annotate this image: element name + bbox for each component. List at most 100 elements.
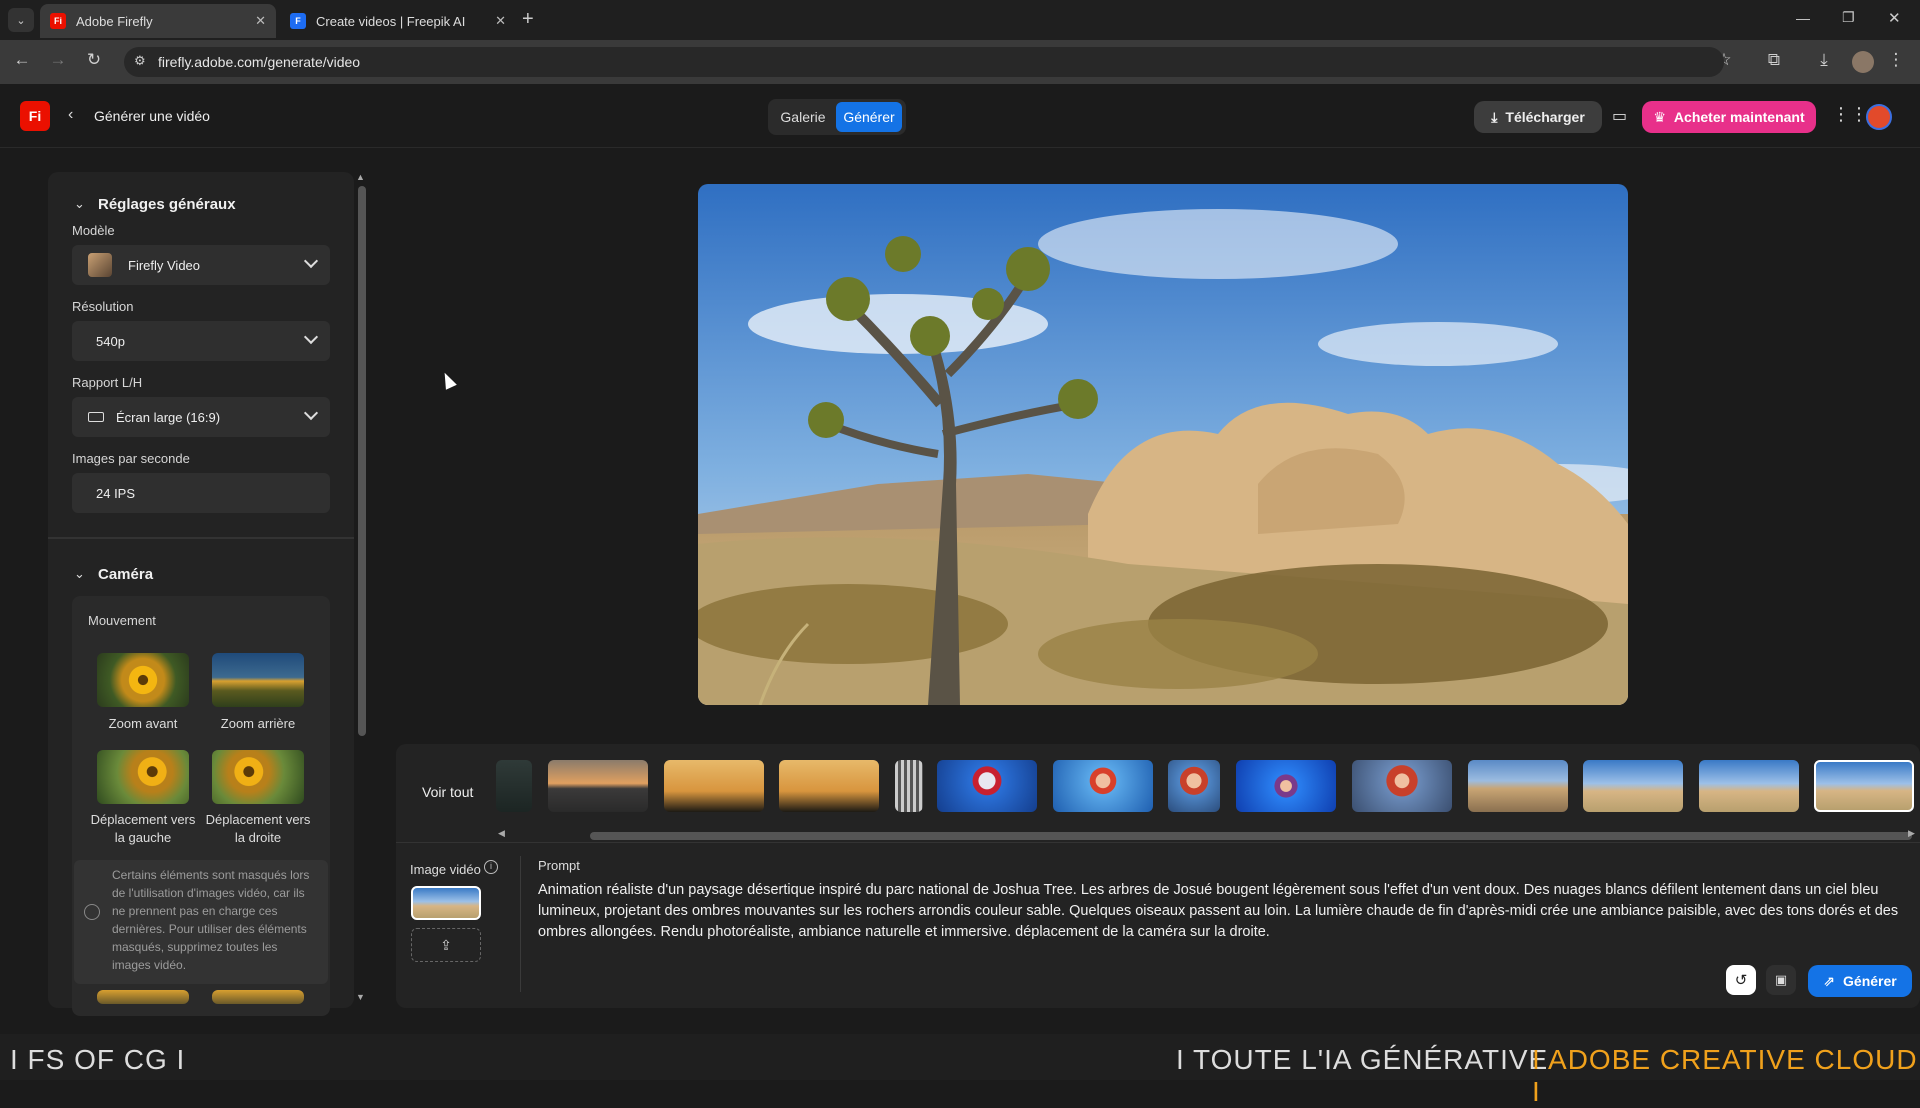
vertical-divider bbox=[520, 856, 521, 992]
chevron-down-icon bbox=[303, 253, 319, 269]
tab-search-icon[interactable]: ⌄ bbox=[8, 8, 34, 32]
reload-icon[interactable]: ↻ bbox=[82, 50, 106, 70]
restore-icon[interactable]: ❐ bbox=[1842, 9, 1855, 26]
firefly-logo[interactable]: Fi bbox=[20, 101, 50, 131]
history-button[interactable]: ↺ bbox=[1726, 965, 1756, 995]
zoom-out-thumbnail[interactable] bbox=[212, 653, 304, 707]
generated-video-preview[interactable] bbox=[698, 184, 1628, 705]
download-button[interactable]: ⤓ Télécharger bbox=[1474, 101, 1602, 133]
tab-freepik[interactable]: F Create videos | Freepik AI ✕ bbox=[280, 4, 516, 38]
model-thumbnail bbox=[88, 253, 112, 277]
aspect-ratio-select[interactable]: Écran large (16:9) bbox=[72, 397, 330, 437]
scroll-up-icon[interactable]: ▲ bbox=[356, 172, 365, 182]
history-thumbnail[interactable] bbox=[548, 760, 648, 812]
info-icon[interactable]: i bbox=[484, 860, 498, 874]
more-thumbnail[interactable] bbox=[212, 990, 304, 1004]
browser-tab-bar: ⌄ Fi Adobe Firefly ✕ F Create videos | F… bbox=[0, 0, 1920, 40]
history-scrollbar[interactable] bbox=[590, 832, 1912, 840]
mode-switch: Galerie Générer bbox=[768, 99, 906, 135]
address-bar[interactable] bbox=[124, 47, 1724, 77]
close-tab-icon[interactable]: ✕ bbox=[495, 13, 506, 29]
footer-left-text: I FS OF CG I bbox=[10, 1044, 186, 1075]
forward-icon[interactable]: → bbox=[46, 50, 70, 70]
resolution-select[interactable]: 540p bbox=[72, 321, 330, 361]
tab-adobe-firefly[interactable]: Fi Adobe Firefly ✕ bbox=[40, 4, 276, 38]
more-thumbnail[interactable] bbox=[97, 990, 189, 1004]
profile-avatar[interactable] bbox=[1852, 51, 1874, 73]
movement-pan-right-label[interactable]: Déplacement vers la droite bbox=[200, 811, 316, 847]
history-thumbnail[interactable] bbox=[1468, 760, 1568, 812]
chevron-down-icon bbox=[303, 329, 319, 345]
model-select[interactable]: Firefly Video bbox=[72, 245, 330, 285]
history-thumbnail[interactable] bbox=[664, 760, 764, 812]
extensions-icon[interactable]: ⧉ bbox=[1762, 50, 1786, 70]
url-text[interactable]: firefly.adobe.com/generate/video bbox=[158, 54, 360, 70]
back-chevron-icon[interactable]: ‹ bbox=[68, 106, 73, 124]
history-thumbnail[interactable] bbox=[1053, 760, 1153, 812]
style-icon: ▣ bbox=[1774, 972, 1788, 987]
feedback-icon[interactable]: ▭ bbox=[1612, 106, 1627, 126]
model-label: Modèle bbox=[72, 223, 115, 238]
generate-button[interactable]: ⇗ Générer bbox=[1808, 965, 1912, 997]
prompt-input[interactable]: Animation réaliste d'un paysage désertiq… bbox=[538, 880, 1908, 943]
history-thumbnail[interactable] bbox=[1583, 760, 1683, 812]
user-avatar[interactable] bbox=[1866, 104, 1892, 130]
joshua-tree-scene bbox=[698, 184, 1628, 705]
buy-label: Acheter maintenant bbox=[1673, 109, 1805, 125]
pan-left-thumbnail[interactable] bbox=[97, 750, 189, 804]
scroll-down-icon[interactable]: ▼ bbox=[356, 992, 365, 1002]
back-icon[interactable]: ← bbox=[10, 50, 34, 70]
see-all-link[interactable]: Voir tout bbox=[422, 784, 473, 800]
resolution-label: Résolution bbox=[72, 299, 134, 314]
video-image-thumbnail[interactable] bbox=[411, 886, 481, 920]
upload-image-button[interactable]: ⇪ bbox=[411, 928, 481, 962]
history-thumbnail[interactable] bbox=[1168, 760, 1220, 812]
movement-pan-left-label[interactable]: Déplacement vers la gauche bbox=[85, 811, 201, 847]
download-icon: ⤓ bbox=[1491, 108, 1498, 125]
pan-right-thumbnail[interactable] bbox=[212, 750, 304, 804]
movement-zoom-out-label[interactable]: Zoom arrière bbox=[200, 715, 316, 733]
apps-grid-icon[interactable]: ⋮⋮ bbox=[1832, 104, 1868, 125]
history-thumbnail[interactable] bbox=[895, 760, 923, 812]
zoom-in-thumbnail[interactable] bbox=[97, 653, 189, 707]
close-tab-icon[interactable]: ✕ bbox=[255, 13, 266, 29]
downloads-icon[interactable]: ⤓ bbox=[1812, 50, 1836, 70]
scroll-left-icon[interactable]: ◀ bbox=[498, 828, 505, 839]
widescreen-icon bbox=[88, 412, 104, 422]
settings-scrollbar[interactable] bbox=[358, 186, 366, 736]
app-header bbox=[0, 84, 1920, 148]
browser-menu-icon[interactable]: ⋮ bbox=[1884, 50, 1908, 70]
close-window-icon[interactable]: ✕ bbox=[1888, 9, 1901, 27]
video-image-label: Image vidéo bbox=[410, 862, 481, 877]
firefly-favicon-icon: Fi bbox=[50, 13, 66, 29]
aspect-ratio-value: Écran large (16:9) bbox=[116, 409, 221, 425]
history-thumbnail[interactable] bbox=[779, 760, 879, 812]
page-title: Générer une vidéo bbox=[94, 108, 210, 124]
minimize-icon[interactable]: — bbox=[1796, 10, 1810, 26]
note-text: Certains éléments sont masqués lors de l… bbox=[112, 868, 310, 972]
style-button[interactable]: ▣ bbox=[1766, 965, 1796, 995]
new-tab-icon[interactable]: + bbox=[522, 8, 534, 31]
scroll-right-icon[interactable]: ▶ bbox=[1908, 828, 1915, 839]
tab-title: Adobe Firefly bbox=[76, 13, 153, 29]
history-icon: ↺ bbox=[1734, 972, 1748, 989]
camera-title[interactable]: Caméra bbox=[98, 566, 153, 583]
history-thumbnail[interactable] bbox=[1352, 760, 1452, 812]
fps-value: 24 IPS bbox=[96, 485, 136, 501]
collapse-general-icon[interactable]: ⌄ bbox=[74, 196, 85, 212]
fps-field[interactable]: 24 IPS bbox=[72, 473, 330, 513]
history-thumbnail-selected[interactable] bbox=[1814, 760, 1914, 812]
collapse-camera-icon[interactable]: ⌄ bbox=[74, 566, 85, 582]
history-thumbnail[interactable] bbox=[1699, 760, 1799, 812]
history-thumbnail[interactable] bbox=[496, 760, 532, 812]
tab-title: Create videos | Freepik AI bbox=[316, 13, 466, 29]
tab-generer[interactable]: Générer bbox=[836, 102, 902, 132]
general-settings-title[interactable]: Réglages généraux bbox=[98, 196, 236, 213]
site-info-icon[interactable]: ⚙ bbox=[134, 53, 146, 69]
movement-zoom-in-label[interactable]: Zoom avant bbox=[85, 715, 201, 733]
history-thumbnail[interactable] bbox=[1236, 760, 1336, 812]
buy-now-button[interactable]: ♛ Acheter maintenant bbox=[1642, 101, 1816, 133]
tab-galerie[interactable]: Galerie bbox=[772, 102, 834, 132]
history-thumbnail[interactable] bbox=[937, 760, 1037, 812]
divider bbox=[48, 537, 354, 539]
